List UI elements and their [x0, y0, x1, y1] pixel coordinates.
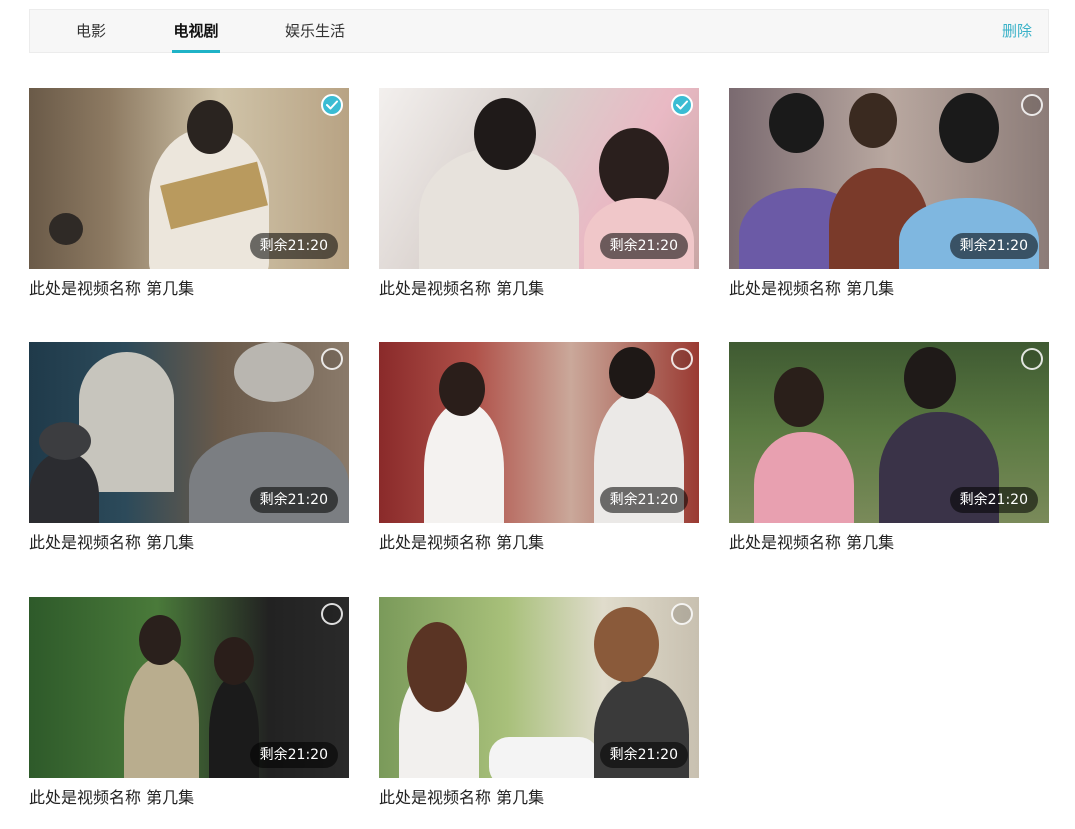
select-checkbox[interactable] [321, 348, 343, 370]
remaining-time-badge: 剩余21:20 [599, 742, 688, 768]
video-title[interactable]: 此处是视频名称 第几集 [379, 278, 699, 300]
video-title[interactable]: 此处是视频名称 第几集 [729, 278, 1049, 300]
video-thumbnail[interactable]: 剩余21:20 [729, 342, 1049, 523]
select-checkbox[interactable] [671, 603, 693, 625]
remaining-time-badge: 剩余21:20 [599, 233, 688, 259]
tab-underline [172, 50, 220, 53]
category-tab-bar: 电影 电视剧 娱乐生活 删除 [29, 9, 1049, 53]
video-title[interactable]: 此处是视频名称 第几集 [29, 278, 349, 300]
select-checkbox[interactable] [671, 348, 693, 370]
remaining-time-badge: 剩余21:20 [249, 233, 338, 259]
video-thumbnail[interactable]: 剩余21:20 [729, 88, 1049, 269]
video-title[interactable]: 此处是视频名称 第几集 [379, 532, 699, 554]
tab-movies-label: 电影 [75, 22, 106, 40]
video-card: 剩余21:20 此处是视频名称 第几集 [729, 342, 1049, 554]
video-thumbnail[interactable]: 剩余21:20 [29, 342, 349, 523]
tab-movies[interactable]: 电影 [75, 10, 107, 52]
select-checkbox[interactable] [321, 603, 343, 625]
remaining-time-badge: 剩余21:20 [249, 742, 338, 768]
video-title[interactable]: 此处是视频名称 第几集 [29, 532, 349, 554]
video-thumbnail[interactable]: 剩余21:20 [379, 597, 699, 778]
tab-tv-series[interactable]: 电视剧 [172, 10, 220, 53]
select-checkbox[interactable] [671, 94, 693, 116]
delete-button[interactable]: 删除 [1002, 10, 1032, 52]
video-title[interactable]: 此处是视频名称 第几集 [379, 787, 699, 809]
select-checkbox[interactable] [321, 94, 343, 116]
video-thumbnail[interactable]: 剩余21:20 [379, 342, 699, 523]
video-card: 剩余21:20 此处是视频名称 第几集 [729, 88, 1049, 300]
remaining-time-badge: 剩余21:20 [949, 233, 1038, 259]
video-thumbnail[interactable]: 剩余21:20 [379, 88, 699, 269]
checkmark-icon [676, 100, 688, 110]
video-card: 剩余21:20 此处是视频名称 第几集 [29, 597, 349, 809]
video-title[interactable]: 此处是视频名称 第几集 [29, 787, 349, 809]
select-checkbox[interactable] [1021, 94, 1043, 116]
video-thumbnail[interactable]: 剩余21:20 [29, 88, 349, 269]
video-card: 剩余21:20 此处是视频名称 第几集 [29, 342, 349, 554]
video-title[interactable]: 此处是视频名称 第几集 [729, 532, 1049, 554]
video-card: 剩余21:20 此处是视频名称 第几集 [379, 597, 699, 809]
tab-entertainment[interactable]: 娱乐生活 [283, 10, 347, 52]
tab-entertainment-label: 娱乐生活 [284, 22, 345, 40]
remaining-time-badge: 剩余21:20 [949, 487, 1038, 513]
select-checkbox[interactable] [1021, 348, 1043, 370]
checkmark-icon [326, 100, 338, 110]
video-card: 剩余21:20 此处是视频名称 第几集 [379, 88, 699, 300]
video-card: 剩余21:20 此处是视频名称 第几集 [379, 342, 699, 554]
video-thumbnail[interactable]: 剩余21:20 [29, 597, 349, 778]
remaining-time-badge: 剩余21:20 [599, 487, 688, 513]
tab-tv-series-label: 电视剧 [173, 22, 219, 40]
video-card: 剩余21:20 此处是视频名称 第几集 [29, 88, 349, 300]
remaining-time-badge: 剩余21:20 [249, 487, 338, 513]
